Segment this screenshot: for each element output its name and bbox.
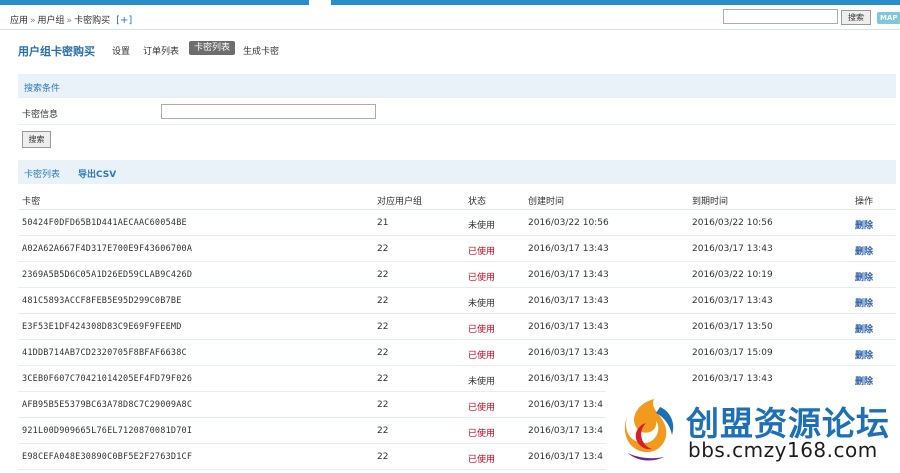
usergroup-cell: 22 [377, 426, 389, 436]
card-code-cell: E3F53E1DF424308D83C9E69F9FEEMD [22, 322, 182, 332]
status-cell: 未使用 [468, 299, 496, 309]
delete-link[interactable]: 删除 [855, 322, 873, 335]
status-cell: 已使用 [468, 247, 496, 257]
table-row: 41DDB714AB7CD2320705F8BFAF6638C 22 已使用 2016… [18, 340, 896, 366]
card-code-cell: 41DDB714AB7CD2320705F8BFAF6638C [22, 348, 187, 358]
forum-logo-icon [624, 399, 674, 461]
usergroup-cell: 21 [377, 218, 389, 228]
breadcrumb-separator: » [30, 16, 36, 26]
created-time-cell: 2016/03/17 13:4 [528, 400, 603, 410]
tab-card-list[interactable]: 卡密列表 [189, 41, 236, 55]
table-row: 2369A5B5D6C05A1D26ED59CLAB9C426D 22 已使用 201… [18, 262, 896, 288]
column-header-status: 状态 [468, 197, 487, 207]
page-title: 用户组卡密购买 [18, 45, 95, 58]
usergroup-cell: 22 [377, 244, 389, 254]
delete-link[interactable]: 删除 [855, 244, 873, 257]
created-time-cell: 2016/03/17 13:43 [528, 348, 609, 358]
card-code-cell: AFB95B5E5379BC63A78D8C7C29009A8C [22, 400, 193, 410]
usergroup-cell: 22 [377, 374, 389, 384]
breadcrumb-item-current: 卡密购买 [74, 16, 111, 26]
usergroup-cell: 22 [377, 270, 389, 280]
column-header-action: 操作 [855, 197, 874, 207]
status-cell: 未使用 [468, 377, 496, 387]
card-code-cell: 2369A5B5D6C05A1D26ED59CLAB9C426D [22, 270, 193, 280]
header-search-button[interactable]: 搜索 [841, 10, 871, 25]
card-code-cell: E98CEFA048E30890C0BF5E2F2763D1CF [22, 452, 193, 462]
card-info-label: 卡密信息 [22, 110, 59, 120]
table-row: E3F53E1DF424308D83C9E69F9FEEMD 22 已使用 2016/… [18, 314, 896, 340]
search-submit-button[interactable]: 搜索 [22, 131, 51, 148]
created-time-cell: 2016/03/17 13:4 [528, 452, 603, 462]
card-info-input[interactable] [161, 104, 376, 119]
expire-time-cell: 2016/03/17 13:43 [692, 296, 773, 306]
filter-row: 卡密信息 [18, 99, 896, 125]
tab-order-list[interactable]: 订单列表 [143, 44, 179, 57]
watermark-url: bbs.cmzy168.com [688, 438, 878, 462]
usergroup-cell: 22 [377, 400, 389, 410]
status-cell: 已使用 [468, 273, 496, 283]
column-header-created: 创建时间 [528, 197, 565, 207]
card-code-cell: 921L00D909665L76EL7120870081D70I [22, 426, 193, 436]
created-time-cell: 2016/03/17 13:4 [528, 426, 603, 436]
card-code-cell: A02A62A667F4D317E700E9F43606700A [22, 244, 193, 254]
breadcrumb: 应用» 用户组» 卡密购买 [+] [10, 13, 132, 26]
list-section-header: 卡密列表 导出CSV [18, 160, 896, 184]
table-row: A02A62A667F4D317E700E9F43606700A 22 已使用 201… [18, 236, 896, 262]
usergroup-cell: 22 [377, 348, 389, 358]
status-cell: 已使用 [468, 429, 496, 439]
delete-link[interactable]: 删除 [855, 296, 873, 309]
sub-nav: 用户组卡密购买 设置 订单列表 卡密列表 生成卡密 [0, 40, 900, 60]
status-cell: 已使用 [468, 403, 496, 413]
filter-section-header: 搜索条件 [18, 74, 896, 98]
delete-link[interactable]: 删除 [855, 270, 873, 283]
breadcrumb-separator: » [66, 16, 73, 26]
column-header-expire: 到期时间 [692, 197, 729, 207]
table-header: 卡密 对应用户组 状态 创建时间 到期时间 操作 [18, 186, 896, 210]
created-time-cell: 2016/03/17 13:43 [528, 296, 609, 306]
usergroup-cell: 22 [377, 452, 389, 462]
header-search-input[interactable] [723, 9, 838, 24]
expire-time-cell: 2016/03/17 13:43 [692, 244, 773, 254]
header-bar: 应用» 用户组» 卡密购买 [+] 搜索 MAP [0, 5, 900, 30]
card-code-cell: 50424F0DFD65B1D441AECAAC60054BE [22, 218, 187, 228]
status-cell: 未使用 [468, 221, 496, 231]
table-row: 50424F0DFD65B1D441AECAAC60054BE 21 未使用 2016… [18, 210, 896, 236]
usergroup-cell: 22 [377, 322, 389, 332]
tab-settings[interactable]: 设置 [112, 44, 130, 57]
delete-link[interactable]: 删除 [855, 348, 873, 361]
breadcrumb-item-app[interactable]: 应用 [10, 16, 28, 26]
card-code-cell: 481C5893ACCF8FEB5E95D299C0B7BE [22, 296, 182, 306]
status-cell: 已使用 [468, 455, 496, 465]
expire-time-cell: 2016/03/22 10:19 [692, 270, 773, 280]
status-cell: 已使用 [468, 325, 496, 335]
expire-time-cell: 2016/03/17 15:09 [692, 348, 773, 358]
export-csv-link[interactable]: 导出CSV [78, 167, 116, 180]
expire-time-cell: 2016/03/17 13:50 [692, 322, 773, 332]
created-time-cell: 2016/03/17 13:43 [528, 322, 609, 332]
watermark: 创盟资源论坛 bbs.cmzy168.com [606, 385, 900, 473]
table-row: 481C5893ACCF8FEB5E95D299C0B7BE 22 未使用 2016/… [18, 288, 896, 314]
created-time-cell: 2016/03/17 13:43 [528, 244, 609, 254]
column-header-code: 卡密 [22, 197, 41, 207]
created-time-cell: 2016/03/17 13:43 [528, 374, 609, 384]
status-cell: 已使用 [468, 351, 496, 361]
list-section-label: 卡密列表 [24, 170, 61, 180]
card-code-cell: 3CEB0F607C70421014205EF4FD79F026 [22, 374, 193, 384]
map-button[interactable]: MAP [877, 12, 900, 24]
expire-time-cell: 2016/03/22 10:56 [692, 218, 773, 228]
created-time-cell: 2016/03/22 10:56 [528, 218, 609, 228]
expire-time-cell: 2016/03/17 13:43 [692, 374, 773, 384]
add-shortcut-button[interactable]: [+] [116, 15, 132, 26]
created-time-cell: 2016/03/17 13:43 [528, 270, 609, 280]
breadcrumb-item-usergroup[interactable]: 用户组 [38, 16, 65, 26]
usergroup-cell: 22 [377, 296, 389, 306]
tab-generate-cards[interactable]: 生成卡密 [243, 44, 279, 57]
delete-link[interactable]: 删除 [855, 218, 873, 231]
column-header-usergroup: 对应用户组 [377, 197, 423, 207]
filter-section-label: 搜索条件 [24, 84, 61, 94]
